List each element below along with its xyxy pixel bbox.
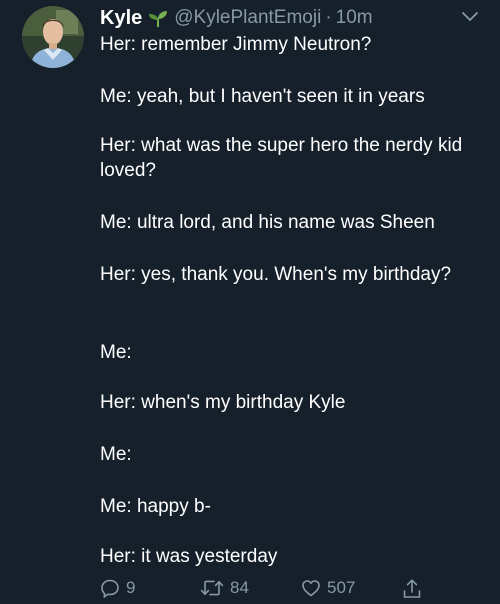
tweet-line: Me: — [100, 444, 132, 465]
like-count: 507 — [327, 578, 356, 597]
share-button[interactable] — [402, 578, 422, 600]
tweet-line: Her: yes, thank you. When's my birthday? — [100, 264, 452, 285]
retweet-icon — [200, 580, 224, 596]
tweet-line: Her: when's my birthday Kyle — [100, 392, 346, 413]
tweet-header: Kyle @KylePlantEmoji · 10m — [100, 4, 373, 32]
tweet-line: Me: ultra lord, and his name was Sheen — [100, 212, 435, 233]
heart-icon — [302, 580, 320, 597]
chevron-down-icon[interactable] — [461, 10, 479, 22]
tweet-line: Her: remember Jimmy Neutron? — [100, 34, 372, 55]
retweet-button[interactable]: 84 — [200, 578, 249, 598]
timestamp[interactable]: 10m — [336, 7, 373, 29]
reply-button[interactable]: 9 — [100, 578, 135, 598]
retweet-count: 84 — [230, 578, 249, 597]
tweet-line: Me: yeah, but I haven't seen it in years — [100, 86, 425, 107]
seedling-icon — [148, 8, 168, 28]
author-handle[interactable]: @KylePlantEmoji — [174, 7, 321, 29]
tweet-line: Me: happy b- — [100, 496, 211, 517]
reply-count: 9 — [126, 578, 136, 597]
avatar[interactable] — [22, 6, 84, 68]
like-button[interactable]: 507 — [301, 578, 355, 598]
tweet-line: Me: — [100, 342, 132, 363]
tweet-line: Her: what was the super hero the nerdy k… — [100, 135, 468, 181]
reply-icon — [101, 579, 119, 598]
separator-dot: · — [325, 7, 332, 28]
avatar-image — [22, 6, 84, 68]
tweet[interactable]: Kyle @KylePlantEmoji · 10m Her: remember… — [0, 0, 500, 604]
tweet-line: Her: it was yesterday — [100, 546, 278, 567]
author-name[interactable]: Kyle — [100, 7, 142, 30]
tweet-actions: 9 84 507 — [0, 578, 500, 604]
share-icon — [403, 579, 421, 598]
